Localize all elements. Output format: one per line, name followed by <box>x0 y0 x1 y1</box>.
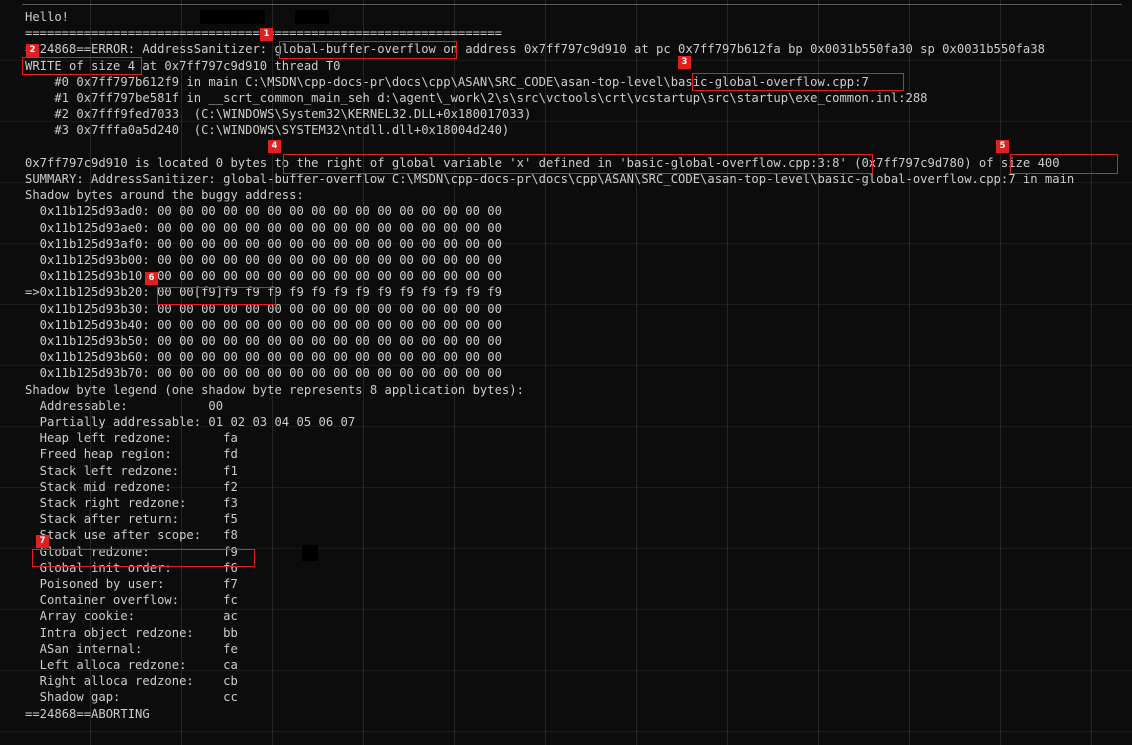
redaction-block <box>295 10 329 24</box>
terminal-line: Container overflow: fc <box>25 593 238 608</box>
terminal-line: Intra object redzone: bb <box>25 625 238 640</box>
terminal-line: =>0x11b125d93b20: 00 00[f9]f9 f9 f9 f9 f… <box>25 285 502 300</box>
terminal-line: 0x11b125d93b10: 00 00 00 00 00 00 00 00 … <box>25 269 502 284</box>
terminal-line: #2 0x7fff9fed7033 (C:\WINDOWS\System32\K… <box>25 107 532 122</box>
terminal-line: SUMMARY: AddressSanitizer: global-buffer… <box>25 172 1075 186</box>
terminal-line: 0x11b125d93b30: 00 00 00 00 00 00 00 00 … <box>25 301 502 316</box>
terminal-line: Global init order: f6 <box>25 560 238 575</box>
annotation-badge-5: 5 <box>996 140 1009 153</box>
terminal-line: 0x11b125d93b70: 00 00 00 00 00 00 00 00 … <box>25 366 502 381</box>
terminal-line: Heap left redzone: fa <box>25 431 238 446</box>
terminal-line: Poisoned by user: f7 <box>25 577 238 591</box>
terminal-line: Hello! <box>25 10 70 24</box>
terminal-line: 0x11b125d93ad0: 00 00 00 00 00 00 00 00 … <box>25 204 502 219</box>
terminal-line: 0x11b125d93b50: 00 00 00 00 00 00 00 00 … <box>25 334 502 348</box>
terminal-line: #0 0x7ff797b612f9 in main C:\MSDN\cpp-do… <box>25 74 869 89</box>
terminal-line: WRITE of size 4 at 0x7ff797c9d910 thread… <box>25 58 341 73</box>
annotation-badge-6: 6 <box>145 272 158 285</box>
terminal-line: ASan internal: fe <box>25 641 238 656</box>
terminal-line: Global redzone: f9 <box>25 544 238 559</box>
terminal-line: 0x11b125d93ae0: 00 00 00 00 00 00 00 00 … <box>25 220 502 235</box>
annotation-badge-1: 1 <box>260 28 273 41</box>
terminal-line: Freed heap region: fd <box>25 447 238 462</box>
redaction-block <box>302 545 318 561</box>
terminal-line: Array cookie: ac <box>25 609 238 624</box>
annotation-badge-3: 3 <box>678 56 691 69</box>
terminal-line: 0x7ff797c9d910 is located 0 bytes to the… <box>25 155 1060 170</box>
annotation-badge-2: 2 <box>26 44 39 57</box>
terminal-line: Stack after return: f5 <box>25 512 238 527</box>
terminal-line: Addressable: 00 <box>25 398 224 413</box>
terminal-line: Right alloca redzone: cb <box>25 674 238 689</box>
terminal-line: #1 0x7ff797be581f in __scrt_common_main_… <box>25 91 928 105</box>
terminal-line: 0x11b125d93b00: 00 00 00 00 00 00 00 00 … <box>25 253 502 267</box>
terminal-line: Stack use after scope: f8 <box>25 528 238 543</box>
terminal-line: 0x11b125d93b40: 00 00 00 00 00 00 00 00 … <box>25 317 502 332</box>
terminal-line: Shadow byte legend (one shadow byte repr… <box>25 382 524 397</box>
terminal-line: Stack right redzone: f3 <box>25 496 238 510</box>
window-top-border <box>22 4 1122 5</box>
terminal-line: Shadow bytes around the buggy address: <box>25 188 304 203</box>
terminal-line: 0x11b125d93b60: 00 00 00 00 00 00 00 00 … <box>25 350 502 365</box>
terminal-window[interactable]: Hello!==================================… <box>0 0 1132 745</box>
terminal-line: ==24868==ABORTING <box>25 706 150 721</box>
annotation-badge-7: 7 <box>36 535 49 548</box>
annotation-badge-4: 4 <box>268 140 281 153</box>
redaction-block <box>200 10 265 24</box>
terminal-line: Stack left redzone: f1 <box>25 463 238 478</box>
terminal-line: #3 0x7fffa0a5d240 (C:\WINDOWS\SYSTEM32\n… <box>25 123 510 138</box>
terminal-line: 0x11b125d93af0: 00 00 00 00 00 00 00 00 … <box>25 236 502 251</box>
terminal-line: Partially addressable: 01 02 03 04 05 06… <box>25 415 356 429</box>
terminal-line: ==24868==ERROR: AddressSanitizer: global… <box>25 42 1045 57</box>
terminal-line: Left alloca redzone: ca <box>25 658 238 672</box>
terminal-line: Shadow gap: cc <box>25 690 238 705</box>
terminal-line: Stack mid redzone: f2 <box>25 479 238 494</box>
